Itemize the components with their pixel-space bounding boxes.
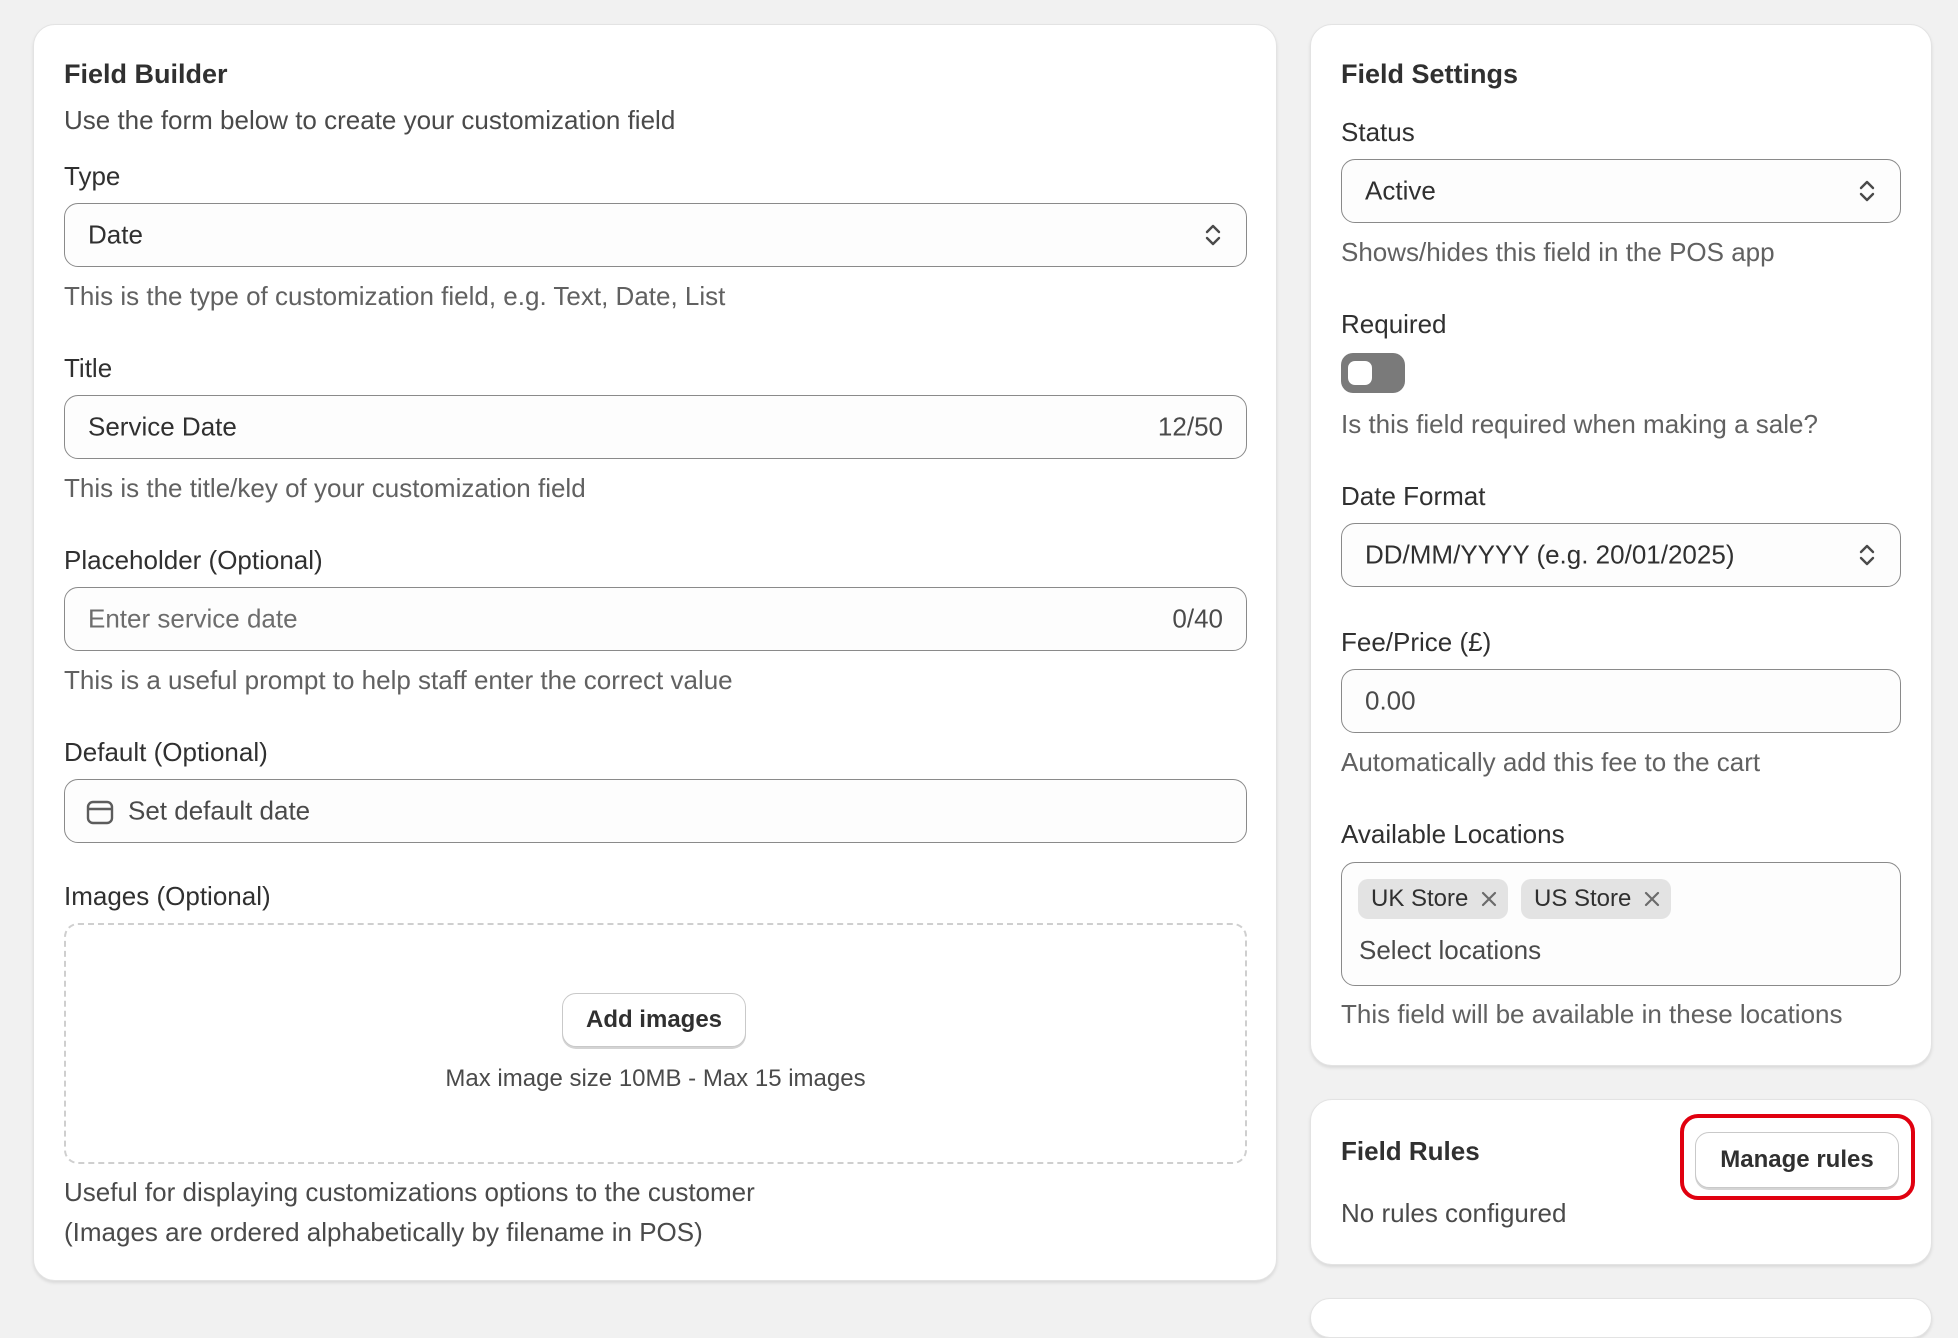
remove-tag-icon[interactable] (1480, 890, 1498, 908)
select-chevron-icon (1859, 180, 1875, 202)
images-help-line1: Useful for displaying customizations opt… (64, 1177, 755, 1207)
locations-placeholder: Select locations (1359, 935, 1542, 965)
required-label: Required (1341, 309, 1447, 339)
toggle-knob (1348, 361, 1372, 385)
manage-rules-highlight (1680, 1114, 1915, 1200)
placeholder-help: This is a useful prompt to help staff en… (64, 665, 733, 695)
location-tag-uk-store: UK Store (1358, 879, 1509, 919)
field-builder-title: Field Builder (64, 59, 228, 89)
placeholder-label: Placeholder (Optional) (64, 545, 323, 575)
rules-status-text: No rules configured (1341, 1198, 1567, 1228)
location-tag-label: US Store (1534, 885, 1632, 912)
images-help-line2: (Images are ordered alphabetically by fi… (64, 1217, 703, 1247)
location-tag-label: UK Store (1371, 885, 1469, 912)
location-tag-us-store: US Store (1521, 879, 1672, 919)
default-label: Default (Optional) (64, 737, 268, 767)
type-help: This is the type of customization field,… (64, 281, 726, 311)
field-settings-card: Field Settings Status Active Shows/hides… (1310, 24, 1932, 1066)
title-input-value: Service Date (88, 411, 237, 442)
date-format-value: DD/MM/YYYY (e.g. 20/01/2025) (1365, 539, 1735, 570)
title-input[interactable]: Service Date 12/50 (64, 395, 1247, 459)
placeholder-char-count: 0/40 (1172, 603, 1223, 634)
fee-label: Fee/Price (£) (1341, 627, 1492, 657)
locations-help: This field will be available in these lo… (1341, 999, 1843, 1029)
title-help: This is the title/key of your customizat… (64, 473, 586, 503)
placeholder-input-placeholder: Enter service date (88, 603, 298, 634)
type-label: Type (64, 161, 121, 191)
images-label: Images (Optional) (64, 881, 271, 911)
required-toggle[interactable] (1341, 353, 1405, 393)
fee-help: Automatically add this fee to the cart (1341, 747, 1761, 777)
status-label: Status (1341, 117, 1415, 147)
type-select-value: Date (88, 219, 143, 250)
status-select-value: Active (1365, 175, 1436, 206)
date-format-select[interactable]: DD/MM/YYYY (e.g. 20/01/2025) (1341, 523, 1901, 587)
select-chevron-icon (1205, 224, 1221, 246)
next-card (1310, 1298, 1932, 1338)
type-select[interactable]: Date (64, 203, 1247, 267)
locations-combobox[interactable]: UK Store US Store Select locations (1341, 862, 1901, 986)
default-date-placeholder: Set default date (128, 795, 311, 826)
image-limits-text: Max image size 10MB - Max 15 images (445, 1065, 866, 1092)
title-char-count: 12/50 (1157, 411, 1223, 442)
image-dropzone[interactable]: Add images Max image size 10MB - Max 15 … (64, 923, 1247, 1164)
field-builder-card: Field Builder Use the form below to crea… (33, 24, 1277, 1281)
default-date-input[interactable]: Set default date (64, 779, 1247, 843)
select-chevron-icon (1859, 544, 1875, 566)
field-settings-title: Field Settings (1341, 59, 1519, 89)
date-format-label: Date Format (1341, 481, 1486, 511)
fee-input-placeholder: 0.00 (1365, 685, 1416, 716)
remove-tag-icon[interactable] (1643, 890, 1661, 908)
locations-label: Available Locations (1341, 819, 1565, 849)
status-select[interactable]: Active (1341, 159, 1901, 223)
add-images-button[interactable]: Add images (562, 993, 746, 1047)
status-help: Shows/hides this field in the POS app (1341, 237, 1775, 267)
field-rules-title: Field Rules (1341, 1136, 1480, 1166)
placeholder-input[interactable]: Enter service date 0/40 (64, 587, 1247, 651)
field-builder-subtitle: Use the form below to create your custom… (64, 105, 676, 135)
required-help: Is this field required when making a sal… (1341, 409, 1818, 439)
fee-input[interactable]: 0.00 (1341, 669, 1901, 733)
calendar-icon (86, 800, 114, 825)
title-label: Title (64, 353, 113, 383)
